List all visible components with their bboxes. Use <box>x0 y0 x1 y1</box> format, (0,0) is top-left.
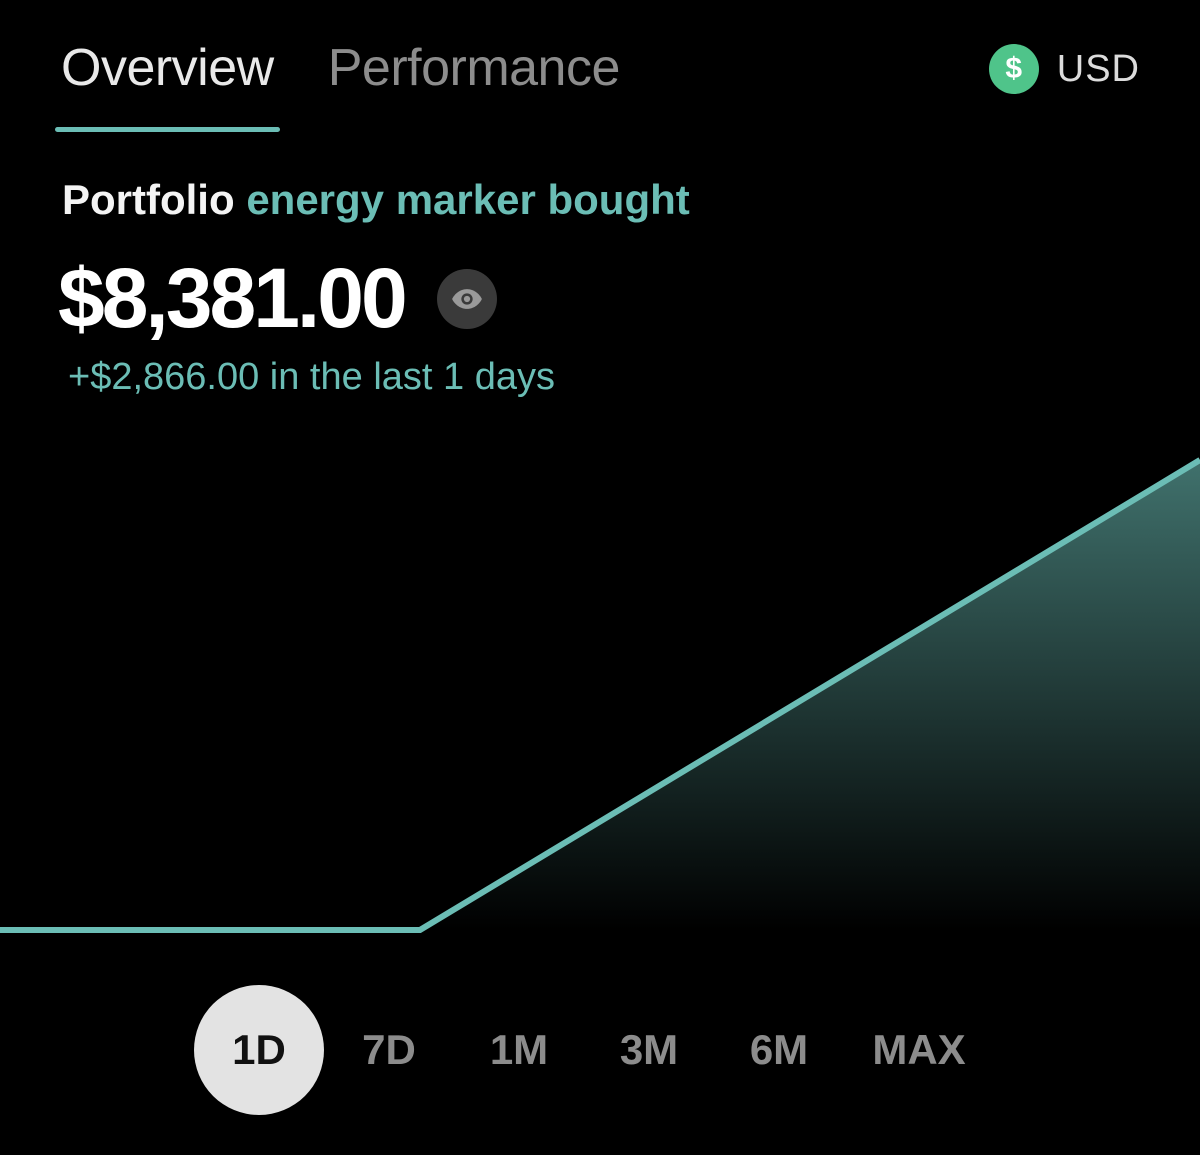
headline-prefix: Portfolio <box>62 176 235 223</box>
tab-performance[interactable]: Performance <box>322 30 626 120</box>
dollar-icon: $ <box>988 44 1039 94</box>
range-1d[interactable]: 1D <box>194 985 324 1115</box>
balance-row: $8,381.00 <box>58 250 497 347</box>
portfolio-chart <box>0 457 1200 933</box>
portfolio-headline: Portfolio energy marker bought <box>62 176 690 224</box>
range-1m[interactable]: 1M <box>454 985 584 1115</box>
headline-highlight: energy marker bought <box>246 176 690 223</box>
chart-area-fill <box>0 460 1200 930</box>
range-max[interactable]: MAX <box>844 985 994 1115</box>
time-range-selector: 1D 7D 1M 3M 6M MAX <box>194 985 994 1115</box>
currency-code: USD <box>1056 47 1140 90</box>
range-6m[interactable]: 6M <box>714 985 844 1115</box>
portfolio-balance: $8,381.00 <box>58 251 408 345</box>
tab-bar: Overview Performance <box>55 30 626 132</box>
currency-selector[interactable]: $ USD <box>988 44 1140 94</box>
balance-change: +$2,866.00 in the last 1 days <box>68 356 555 398</box>
range-7d[interactable]: 7D <box>324 985 454 1115</box>
tab-overview[interactable]: Overview <box>55 30 280 132</box>
toggle-visibility-button[interactable] <box>436 268 497 329</box>
range-3m[interactable]: 3M <box>584 985 714 1115</box>
eye-icon <box>451 288 482 309</box>
